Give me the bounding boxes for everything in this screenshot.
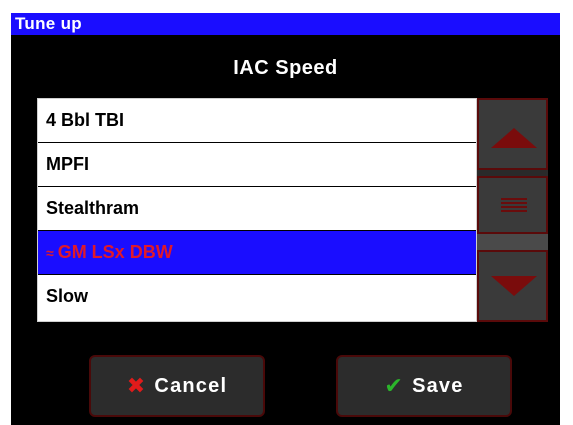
tune-up-window: Tune up IAC Speed 4 Bbl TBI MPFI Stealth… — [11, 13, 560, 425]
list-item-label: Slow — [46, 286, 89, 306]
triangle-up-icon — [491, 128, 537, 148]
list-item-label: GM LSx DBW — [57, 242, 173, 262]
triangle-down-icon — [491, 276, 537, 296]
page-title: IAC Speed — [233, 57, 338, 79]
cancel-button[interactable]: ✖ Cancel — [89, 355, 265, 417]
list-item-slow[interactable]: Slow — [38, 275, 476, 319]
list-item-mpfi[interactable]: MPFI — [38, 143, 476, 187]
scroll-down-button[interactable] — [477, 250, 548, 322]
list-item-gm-lsx-dbw[interactable]: ≈ GM LSx DBW — [38, 231, 476, 275]
check-icon: ✔ — [384, 373, 405, 398]
x-icon: ✖ — [126, 373, 147, 398]
list-item-4-bbl-tbi[interactable]: 4 Bbl TBI — [38, 99, 476, 143]
list-scrollbar[interactable] — [477, 98, 548, 322]
save-button-label: Save — [412, 374, 464, 397]
scroll-up-button[interactable] — [477, 98, 548, 170]
scroll-thumb[interactable] — [477, 176, 548, 234]
cancel-button-label: Cancel — [154, 374, 228, 397]
scroll-track[interactable] — [477, 234, 548, 250]
list-item-label: 4 Bbl TBI — [46, 110, 125, 130]
selection-marker-icon: ≈ — [46, 245, 54, 261]
option-list: 4 Bbl TBI MPFI Stealthram ≈ GM LSx DBW Sl… — [37, 98, 477, 322]
save-button[interactable]: ✔ Save — [336, 355, 512, 417]
list-item-label: Stealthram — [46, 198, 140, 218]
window-title: Tune up — [11, 13, 560, 35]
list-item-label: MPFI — [46, 154, 89, 174]
grip-icon — [501, 198, 527, 212]
list-item-stealthram[interactable]: Stealthram — [38, 187, 476, 231]
